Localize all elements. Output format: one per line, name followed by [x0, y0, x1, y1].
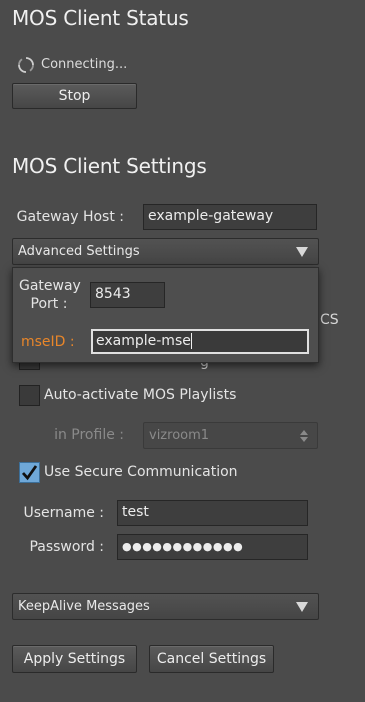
triangle-down-icon [296, 247, 308, 257]
auto-activate-label: Auto-activate MOS Playlists [44, 387, 237, 403]
advanced-settings-dropdown[interactable]: Advanced Settings [12, 238, 319, 265]
gateway-host-input[interactable]: example-gateway [143, 204, 317, 230]
settings-title: MOS Client Settings [12, 154, 207, 178]
mse-id-label: mseID : [21, 334, 75, 350]
in-profile-label: in Profile : [54, 427, 124, 443]
password-label: Password : [29, 539, 104, 555]
keepalive-dropdown[interactable]: KeepAlive Messages [12, 593, 319, 620]
spinner-arrows-icon [300, 430, 308, 442]
in-profile-value: vizroom1 [149, 428, 210, 443]
mse-id-input[interactable]: example-mse [91, 329, 309, 354]
keepalive-label: KeepAlive Messages [18, 599, 150, 614]
hidden-row-text: CS [320, 312, 339, 328]
secure-communication-label: Use Secure Communication [44, 464, 238, 480]
refresh-spinner-icon [18, 57, 34, 73]
username-label: Username : [23, 505, 104, 521]
advanced-settings-label: Advanced Settings [18, 244, 140, 259]
gateway-port-label-line2: Port : [30, 296, 68, 312]
mse-id-value: example-mse [96, 333, 191, 349]
password-input[interactable]: ●●●●●●●●●●●● [117, 534, 308, 560]
status-title: MOS Client Status [12, 6, 189, 30]
stop-button[interactable]: Stop [12, 83, 137, 109]
auto-activate-checkbox[interactable] [19, 385, 40, 406]
cancel-settings-button[interactable]: Cancel Settings [149, 645, 274, 673]
gateway-host-label: Gateway Host : [16, 209, 124, 225]
gateway-port-input[interactable]: 8543 [90, 282, 165, 308]
apply-settings-button[interactable]: Apply Settings [12, 645, 137, 673]
checkmark-icon [21, 465, 38, 481]
secure-communication-checkbox[interactable] [19, 462, 40, 483]
username-input[interactable]: test [117, 500, 308, 526]
in-profile-select[interactable]: vizroom1 [143, 422, 318, 449]
advanced-settings-popup: Gateway Port : 8543 mseID : example-mse [12, 267, 319, 363]
gateway-port-label-line1: Gateway [19, 278, 81, 294]
triangle-down-icon [296, 602, 308, 612]
text-cursor [190, 333, 192, 349]
gateway-port-label: Gateway Port : [19, 277, 81, 313]
connection-state-text: Connecting... [41, 57, 128, 72]
